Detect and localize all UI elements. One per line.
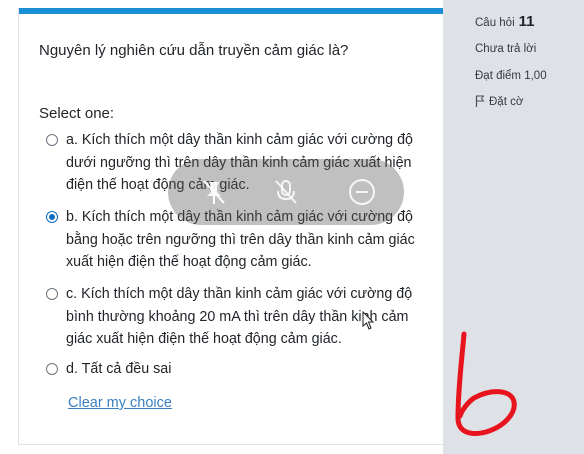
flag-icon [475, 95, 485, 107]
option-d-label: d. Tất cả đều sai [66, 361, 172, 377]
question-number-line: Câu hỏi 11 [475, 13, 535, 30]
quiz-page: Nguyên lý nghiên cứu dẫn truyền cảm giác… [0, 0, 584, 454]
question-points: Đạt điểm 1,00 [475, 70, 547, 82]
question-accent-bar [19, 8, 443, 14]
flag-question-button[interactable]: Đặt cờ [475, 95, 523, 108]
option-c-label: c. Kích thích một dây thần kinh cảm giác… [66, 286, 413, 347]
question-text: Nguyên lý nghiên cứu dẫn truyền cảm giác… [39, 42, 349, 59]
option-c-radio[interactable] [46, 288, 58, 300]
mute-icon[interactable] [270, 176, 302, 208]
option-d-radio[interactable] [46, 363, 58, 375]
question-card: Nguyên lý nghiên cứu dẫn truyền cảm giác… [18, 8, 443, 445]
minus-circle-icon[interactable] [346, 176, 378, 208]
option-b-radio[interactable] [46, 211, 58, 223]
select-one-label: Select one: [39, 105, 115, 122]
media-control-overlay [168, 159, 404, 225]
option-a-radio[interactable] [46, 134, 58, 146]
text-cursor-icon [362, 311, 375, 330]
question-number: 11 [518, 13, 535, 30]
question-label: Câu hỏi [475, 17, 515, 29]
flag-label: Đặt cờ [489, 96, 524, 108]
question-status: Chưa trả lời [475, 43, 537, 55]
clear-choice-link[interactable]: Clear my choice [68, 395, 172, 411]
handwritten-answer-mark [455, 331, 517, 436]
pin-off-icon[interactable] [198, 176, 230, 208]
